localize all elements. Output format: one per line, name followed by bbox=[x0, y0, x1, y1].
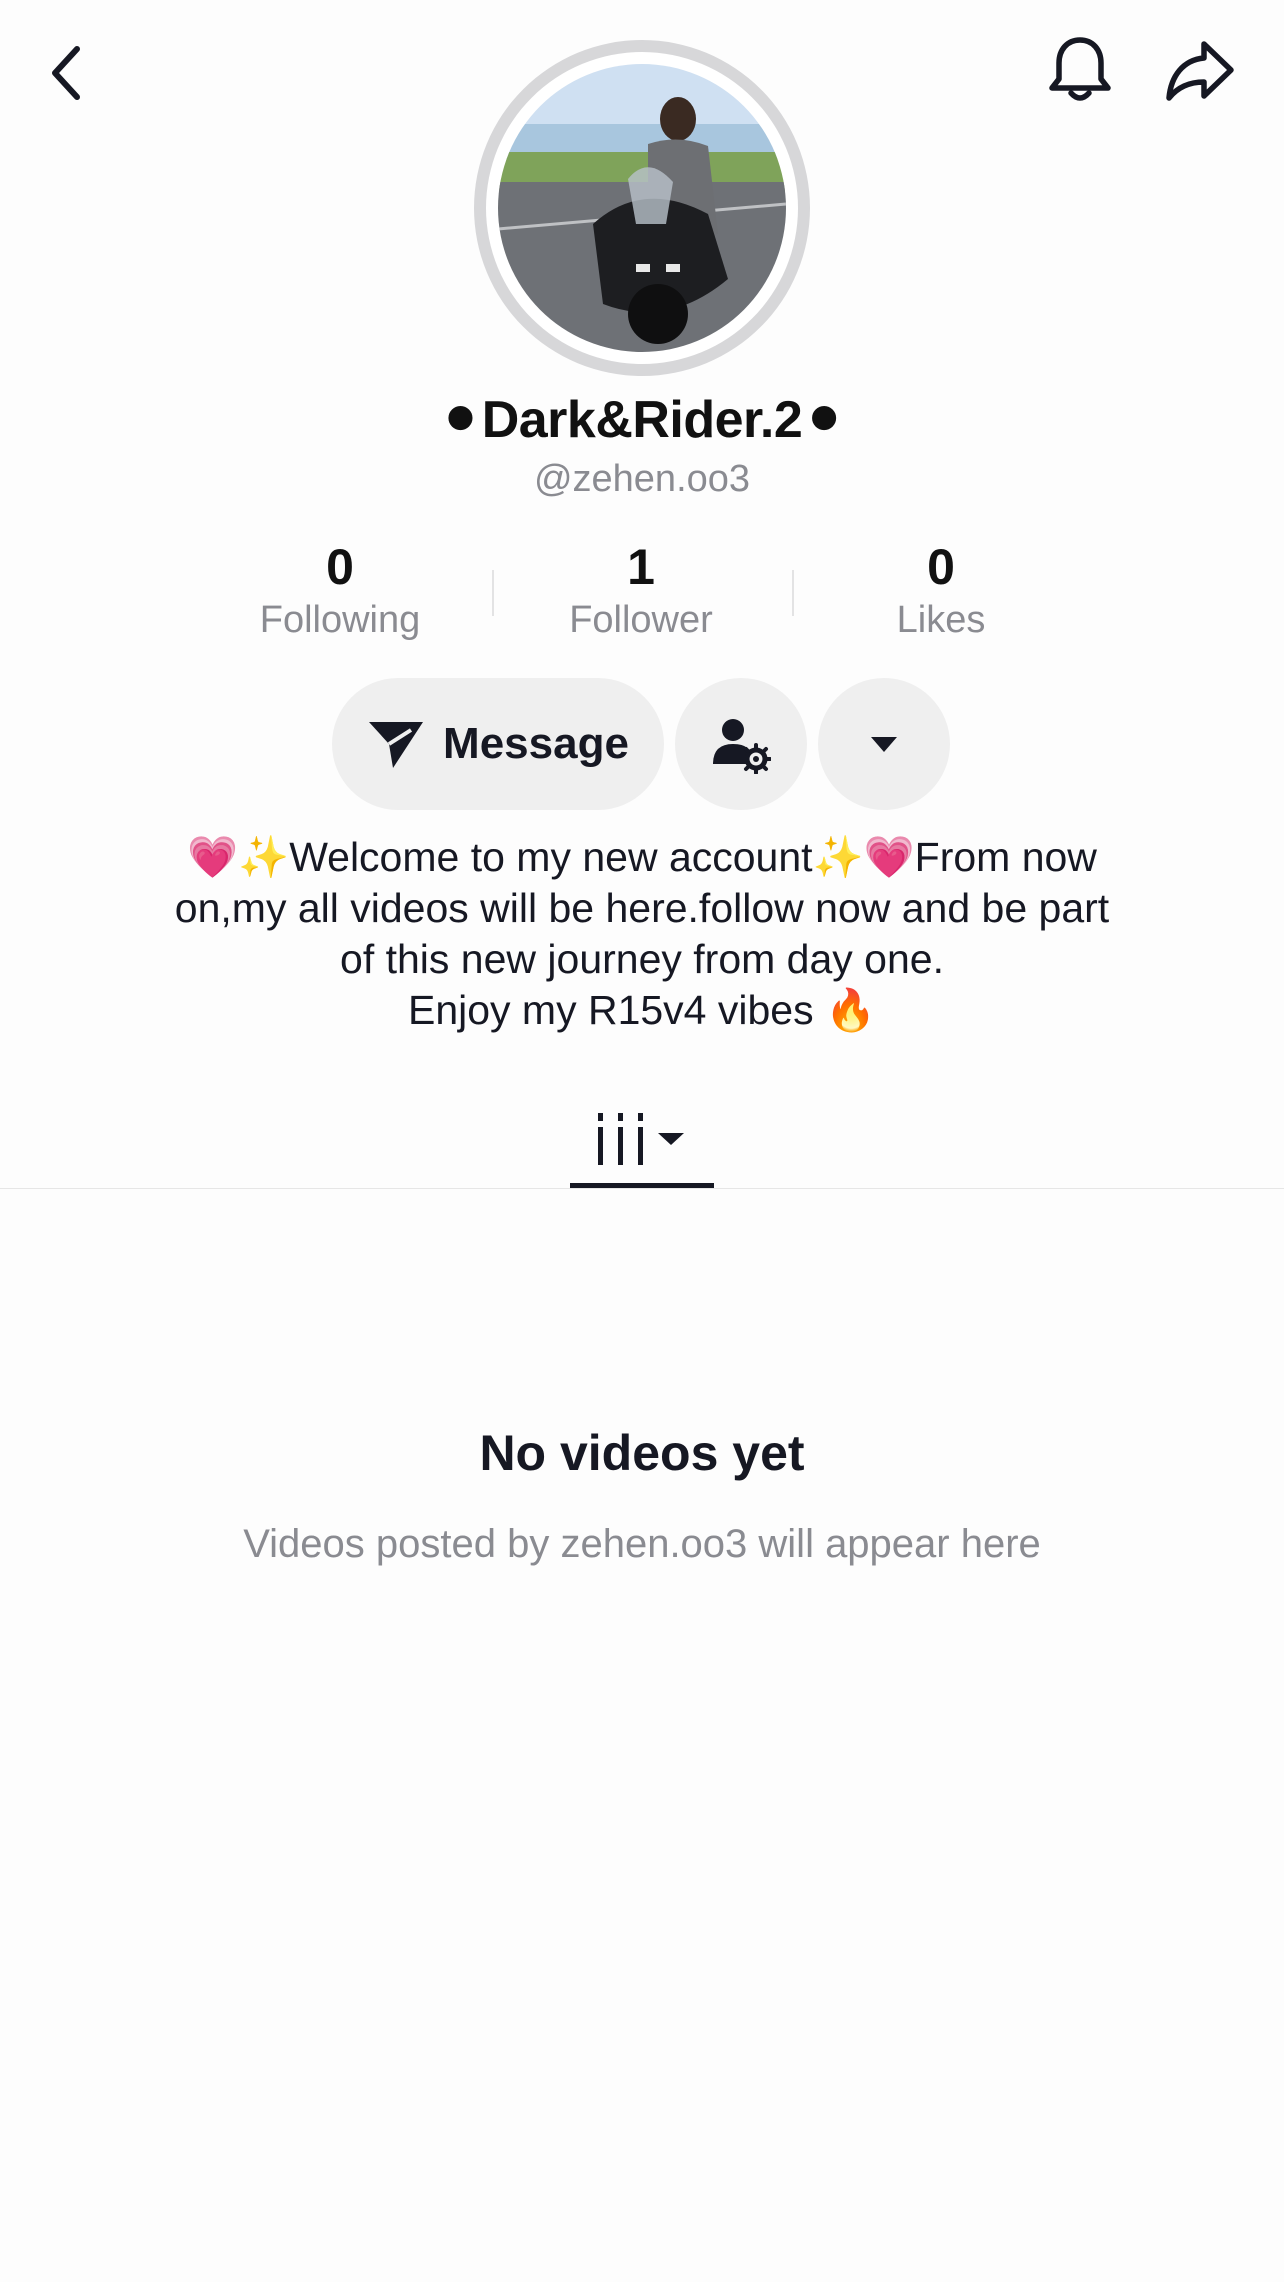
stat-following[interactable]: 0 Following bbox=[210, 540, 470, 642]
bell-icon bbox=[1049, 37, 1111, 101]
notification-bell-button[interactable] bbox=[1040, 30, 1120, 110]
empty-state-title: No videos yet bbox=[479, 1425, 805, 1481]
caret-down-icon bbox=[871, 737, 897, 752]
bio: 💗✨Welcome to my new account✨💗From now on… bbox=[120, 832, 1164, 1036]
paper-plane-icon bbox=[369, 722, 424, 768]
message-button[interactable]: Message bbox=[332, 678, 664, 810]
bio-line: Enjoy my R15v4 vibes 🔥 bbox=[407, 987, 877, 1033]
empty-state-subtitle: Videos posted by zehen.oo3 will appear h… bbox=[243, 1522, 1041, 1566]
avatar-photo bbox=[498, 64, 786, 352]
tab-divider bbox=[0, 1188, 1284, 1189]
stat-label: Following bbox=[259, 599, 421, 641]
stat-value: 1 bbox=[627, 539, 655, 595]
avatar[interactable] bbox=[474, 40, 810, 376]
chevron-left-icon bbox=[52, 46, 80, 100]
bio-line: 💗✨Welcome to my new account✨💗From now bbox=[187, 834, 1097, 880]
stat-value: 0 bbox=[326, 539, 354, 595]
stat-divider bbox=[792, 570, 794, 616]
username: @zehen.oo3 bbox=[533, 458, 751, 500]
share-button[interactable] bbox=[1160, 30, 1240, 110]
more-options-button[interactable] bbox=[818, 678, 950, 810]
message-button-label: Message bbox=[443, 719, 629, 768]
tab-videos[interactable] bbox=[570, 1090, 714, 1188]
bio-line: on,my all videos will be here.follow now… bbox=[174, 885, 1110, 931]
profile-page: ⚫Dark&Rider.2⚫ @zehen.oo3 0 Following 1 … bbox=[0, 0, 1284, 2282]
stat-likes[interactable]: 0 Likes bbox=[811, 540, 1071, 642]
back-button[interactable] bbox=[30, 36, 104, 110]
bio-line: of this new journey from day one. bbox=[340, 936, 944, 982]
display-name: ⚫Dark&Rider.2⚫ bbox=[438, 391, 846, 449]
stat-follower[interactable]: 1 Follower bbox=[511, 540, 771, 642]
stat-divider bbox=[492, 570, 494, 616]
stat-value: 0 bbox=[927, 539, 955, 595]
grid-bars-icon bbox=[598, 1113, 684, 1165]
profile-settings-button[interactable] bbox=[675, 678, 807, 810]
share-arrow-icon bbox=[1166, 41, 1234, 101]
person-gear-icon bbox=[713, 719, 771, 774]
stat-label: Follower bbox=[569, 599, 713, 641]
stat-label: Likes bbox=[896, 599, 986, 641]
